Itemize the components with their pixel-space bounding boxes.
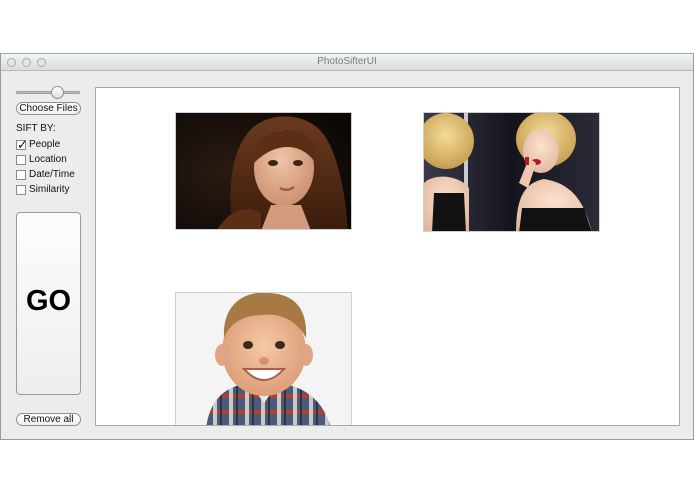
checkmark-icon: ✓ (17, 137, 28, 152)
size-slider-knob[interactable] (50, 86, 64, 99)
location-checkbox[interactable] (16, 155, 26, 165)
photo-grid[interactable] (95, 87, 680, 426)
location-label: Location (29, 154, 67, 165)
smiling-boy-image (176, 293, 351, 425)
go-button[interactable]: GO (16, 212, 81, 395)
people-checkbox[interactable]: ✓ (16, 137, 28, 152)
datetime-label: Date/Time (29, 169, 75, 180)
app-window: PhotoSifterUI Choose Files SIFT BY: ✓ Pe… (0, 53, 694, 440)
people-label: People (29, 139, 61, 150)
datetime-checkbox[interactable] (16, 170, 26, 180)
title-bar: PhotoSifterUI (1, 54, 693, 71)
girl-portrait-image (176, 113, 351, 229)
similarity-checkbox[interactable] (16, 185, 26, 195)
sift-by-heading: SIFT BY: (16, 123, 56, 134)
photo-thumbnail-girl[interactable] (175, 112, 352, 230)
go-button-label: GO (25, 285, 72, 317)
photo-thumbnail-boy[interactable] (175, 292, 352, 425)
similarity-label: Similarity (29, 184, 70, 195)
photo-thumbnail-woman[interactable] (423, 112, 600, 232)
remove-all-button[interactable]: Remove all (16, 413, 81, 426)
window-title: PhotoSifterUI (317, 56, 377, 67)
choose-files-button[interactable]: Choose Files (16, 102, 81, 115)
size-slider-track[interactable] (16, 91, 80, 94)
woman-mirror-image (424, 113, 599, 231)
